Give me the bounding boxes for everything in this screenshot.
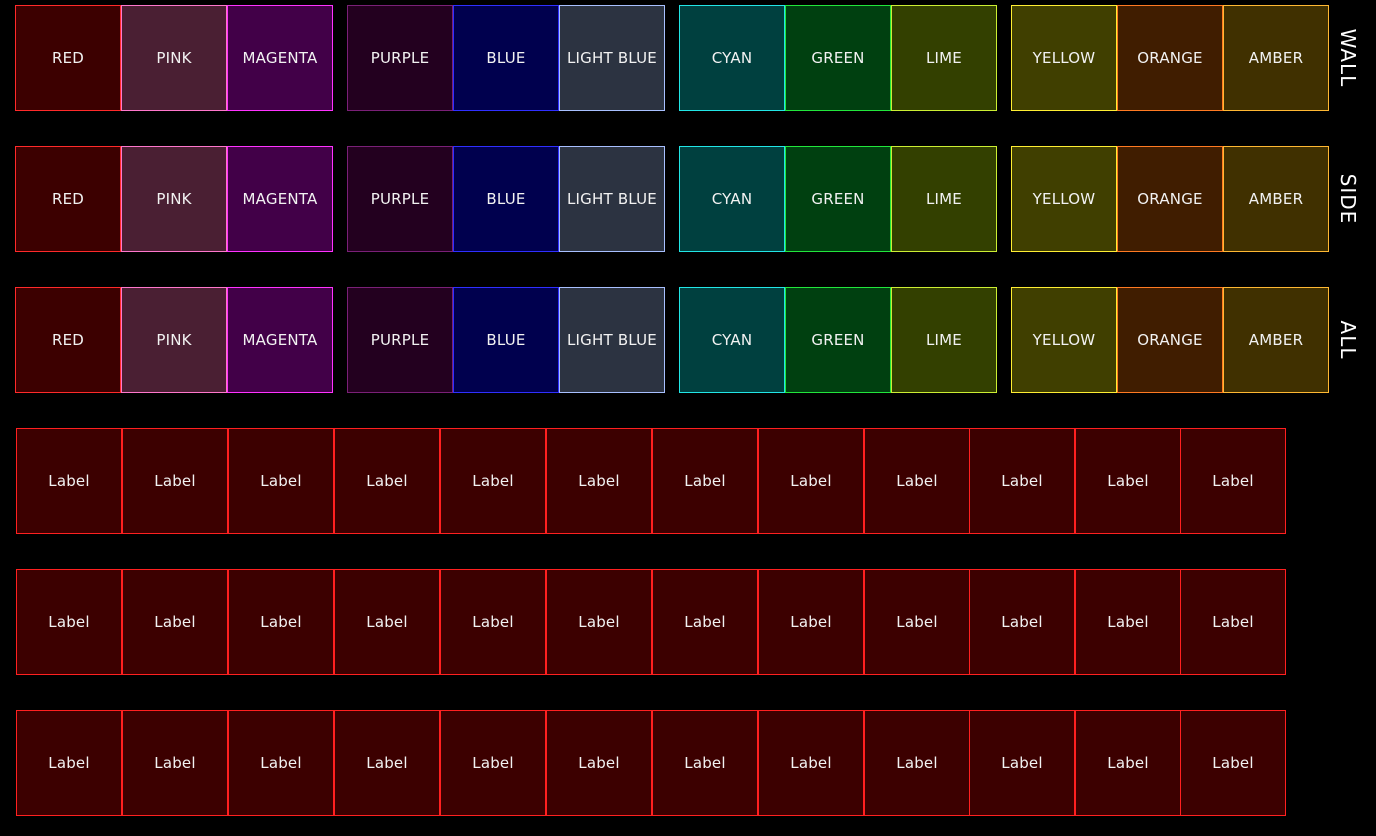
wall-orange-button[interactable]: ORANGE	[1117, 5, 1223, 111]
all-light-blue-button[interactable]: LIGHT BLUE	[559, 287, 665, 393]
label-button[interactable]: Label	[652, 428, 758, 534]
label-button[interactable]: Label	[228, 710, 334, 816]
side-purple-button[interactable]: PURPLE	[347, 146, 453, 252]
wall-cyan-button[interactable]: CYAN	[679, 5, 785, 111]
label-button[interactable]: Label	[1180, 710, 1286, 816]
label-button[interactable]: Label	[122, 710, 228, 816]
all-red-button[interactable]: RED	[15, 287, 121, 393]
label-button[interactable]: Label	[1075, 428, 1181, 534]
wall-lime-button[interactable]: LIME	[891, 5, 997, 111]
label-button[interactable]: Label	[16, 710, 122, 816]
side-lime-button[interactable]: LIME	[891, 146, 997, 252]
all-magenta-button[interactable]: MAGENTA	[227, 287, 333, 393]
all-lime-button[interactable]: LIME	[891, 287, 997, 393]
side-amber-button[interactable]: AMBER	[1223, 146, 1329, 252]
label-button[interactable]: Label	[969, 569, 1075, 675]
wall-yellow-button[interactable]: YELLOW	[1011, 5, 1117, 111]
wall-blue-button[interactable]: BLUE	[453, 5, 559, 111]
wall-row-label: WALL	[1336, 28, 1360, 88]
label-button[interactable]: Label	[440, 428, 546, 534]
side-row-label: SIDE	[1336, 173, 1360, 225]
label-button[interactable]: Label	[334, 428, 440, 534]
all-purple-button[interactable]: PURPLE	[347, 287, 453, 393]
label-button[interactable]: Label	[1075, 569, 1181, 675]
label-button[interactable]: Label	[652, 710, 758, 816]
wall-green-button[interactable]: GREEN	[785, 5, 891, 111]
label-button[interactable]: Label	[864, 428, 970, 534]
label-button[interactable]: Label	[969, 428, 1075, 534]
label-button[interactable]: Label	[1180, 428, 1286, 534]
label-button[interactable]: Label	[228, 428, 334, 534]
side-red-button[interactable]: RED	[15, 146, 121, 252]
label-button[interactable]: Label	[122, 428, 228, 534]
label-button[interactable]: Label	[1075, 710, 1181, 816]
label-button[interactable]: Label	[758, 569, 864, 675]
all-blue-button[interactable]: BLUE	[453, 287, 559, 393]
label-button[interactable]: Label	[546, 710, 652, 816]
wall-amber-button[interactable]: AMBER	[1223, 5, 1329, 111]
label-button[interactable]: Label	[334, 569, 440, 675]
label-button[interactable]: Label	[16, 569, 122, 675]
label-button[interactable]: Label	[546, 428, 652, 534]
side-magenta-button[interactable]: MAGENTA	[227, 146, 333, 252]
all-orange-button[interactable]: ORANGE	[1117, 287, 1223, 393]
wall-red-button[interactable]: RED	[15, 5, 121, 111]
label-button[interactable]: Label	[652, 569, 758, 675]
label-button[interactable]: Label	[228, 569, 334, 675]
side-green-button[interactable]: GREEN	[785, 146, 891, 252]
label-button[interactable]: Label	[969, 710, 1075, 816]
side-orange-button[interactable]: ORANGE	[1117, 146, 1223, 252]
label-button[interactable]: Label	[758, 428, 864, 534]
side-pink-button[interactable]: PINK	[121, 146, 227, 252]
label-button[interactable]: Label	[758, 710, 864, 816]
label-button[interactable]: Label	[122, 569, 228, 675]
side-light-blue-button[interactable]: LIGHT BLUE	[559, 146, 665, 252]
side-cyan-button[interactable]: CYAN	[679, 146, 785, 252]
wall-purple-button[interactable]: PURPLE	[347, 5, 453, 111]
all-green-button[interactable]: GREEN	[785, 287, 891, 393]
side-yellow-button[interactable]: YELLOW	[1011, 146, 1117, 252]
wall-light-blue-button[interactable]: LIGHT BLUE	[559, 5, 665, 111]
wall-magenta-button[interactable]: MAGENTA	[227, 5, 333, 111]
label-button[interactable]: Label	[1180, 569, 1286, 675]
wall-pink-button[interactable]: PINK	[121, 5, 227, 111]
all-pink-button[interactable]: PINK	[121, 287, 227, 393]
label-button[interactable]: Label	[16, 428, 122, 534]
all-cyan-button[interactable]: CYAN	[679, 287, 785, 393]
label-button[interactable]: Label	[864, 569, 970, 675]
all-amber-button[interactable]: AMBER	[1223, 287, 1329, 393]
label-button[interactable]: Label	[440, 569, 546, 675]
all-row-label: ALL	[1336, 320, 1360, 360]
side-blue-button[interactable]: BLUE	[453, 146, 559, 252]
label-button[interactable]: Label	[334, 710, 440, 816]
label-button[interactable]: Label	[440, 710, 546, 816]
label-button[interactable]: Label	[864, 710, 970, 816]
all-yellow-button[interactable]: YELLOW	[1011, 287, 1117, 393]
label-button[interactable]: Label	[546, 569, 652, 675]
